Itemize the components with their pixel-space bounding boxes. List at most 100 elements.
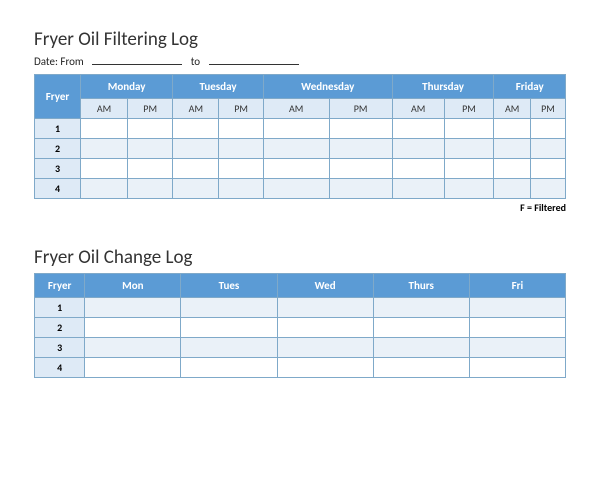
col-day: Friday	[494, 75, 566, 99]
log-cell[interactable]	[81, 139, 128, 159]
table-row: 2	[35, 139, 566, 159]
log-cell[interactable]	[277, 338, 373, 358]
log-cell[interactable]	[392, 159, 444, 179]
log-cell[interactable]	[329, 159, 392, 179]
log-cell[interactable]	[181, 318, 277, 338]
log-cell[interactable]	[469, 298, 565, 318]
date-to-label: to	[191, 55, 200, 68]
col-sub: PM	[530, 99, 565, 119]
log-cell[interactable]	[173, 119, 219, 139]
log-cell[interactable]	[85, 338, 181, 358]
log-cell[interactable]	[81, 159, 128, 179]
col-sub: PM	[329, 99, 392, 119]
change-title: Fryer Oil Change Log	[34, 246, 566, 269]
fryer-number: 3	[35, 159, 81, 179]
date-from-blank[interactable]	[92, 55, 182, 65]
log-cell[interactable]	[263, 179, 329, 199]
log-cell[interactable]	[85, 298, 181, 318]
table-row: 3	[35, 159, 566, 179]
log-cell[interactable]	[494, 179, 531, 199]
log-cell[interactable]	[181, 338, 277, 358]
col-sub: AM	[263, 99, 329, 119]
log-cell[interactable]	[173, 139, 219, 159]
col-day: Wed	[277, 274, 373, 298]
fryer-number: 1	[35, 298, 85, 318]
col-sub: PM	[219, 99, 263, 119]
filtering-table: Fryer Monday Tuesday Wednesday Thursday …	[34, 74, 566, 199]
log-cell[interactable]	[373, 318, 469, 338]
log-cell[interactable]	[494, 139, 531, 159]
col-sub: AM	[494, 99, 531, 119]
log-cell[interactable]	[373, 298, 469, 318]
log-cell[interactable]	[277, 298, 373, 318]
col-sub: AM	[392, 99, 444, 119]
date-from-label: Date: From	[34, 55, 84, 68]
col-day: Monday	[81, 75, 173, 99]
date-to-blank[interactable]	[209, 55, 299, 65]
log-cell[interactable]	[219, 139, 263, 159]
log-cell[interactable]	[128, 179, 173, 199]
log-cell[interactable]	[329, 139, 392, 159]
log-cell[interactable]	[173, 179, 219, 199]
log-cell[interactable]	[392, 179, 444, 199]
fryer-number: 3	[35, 338, 85, 358]
log-cell[interactable]	[373, 358, 469, 378]
log-cell[interactable]	[329, 119, 392, 139]
log-cell[interactable]	[530, 179, 565, 199]
log-cell[interactable]	[530, 139, 565, 159]
log-cell[interactable]	[219, 119, 263, 139]
log-cell[interactable]	[469, 338, 565, 358]
log-cell[interactable]	[277, 358, 373, 378]
log-cell[interactable]	[444, 139, 494, 159]
col-day: Fri	[469, 274, 565, 298]
fryer-number: 4	[35, 358, 85, 378]
filtering-header-ampm: AMPM AMPM AMPM AMPM AMPM	[35, 99, 566, 119]
filtering-footnote: F = Filtered	[34, 201, 566, 214]
log-cell[interactable]	[128, 139, 173, 159]
log-cell[interactable]	[530, 119, 565, 139]
log-cell[interactable]	[444, 179, 494, 199]
log-cell[interactable]	[81, 119, 128, 139]
col-day: Thursday	[392, 75, 494, 99]
log-cell[interactable]	[81, 179, 128, 199]
log-cell[interactable]	[181, 298, 277, 318]
log-cell[interactable]	[85, 358, 181, 378]
fryer-number: 2	[35, 139, 81, 159]
log-cell[interactable]	[530, 159, 565, 179]
col-day: Wednesday	[263, 75, 392, 99]
log-cell[interactable]	[444, 159, 494, 179]
table-row: 3	[35, 338, 566, 358]
col-day: Tuesday	[173, 75, 264, 99]
log-cell[interactable]	[128, 119, 173, 139]
table-row: 4	[35, 179, 566, 199]
log-cell[interactable]	[469, 358, 565, 378]
table-row: 1	[35, 119, 566, 139]
log-cell[interactable]	[181, 358, 277, 378]
col-day: Mon	[85, 274, 181, 298]
log-cell[interactable]	[263, 139, 329, 159]
log-cell[interactable]	[373, 338, 469, 358]
table-row: 1	[35, 298, 566, 318]
col-fryer: Fryer	[35, 75, 81, 119]
log-cell[interactable]	[392, 119, 444, 139]
col-sub: PM	[444, 99, 494, 119]
log-cell[interactable]	[469, 318, 565, 338]
filtering-header-days: Fryer Monday Tuesday Wednesday Thursday …	[35, 75, 566, 99]
log-cell[interactable]	[277, 318, 373, 338]
log-cell[interactable]	[128, 159, 173, 179]
log-cell[interactable]	[219, 179, 263, 199]
log-cell[interactable]	[85, 318, 181, 338]
log-cell[interactable]	[444, 119, 494, 139]
log-cell[interactable]	[263, 119, 329, 139]
log-cell[interactable]	[173, 159, 219, 179]
fryer-number: 4	[35, 179, 81, 199]
fryer-number: 2	[35, 318, 85, 338]
log-cell[interactable]	[494, 159, 531, 179]
col-day: Tues	[181, 274, 277, 298]
change-table: Fryer Mon Tues Wed Thurs Fri 1 2 3 4	[34, 273, 566, 378]
log-cell[interactable]	[392, 139, 444, 159]
log-cell[interactable]	[263, 159, 329, 179]
log-cell[interactable]	[329, 179, 392, 199]
log-cell[interactable]	[219, 159, 263, 179]
log-cell[interactable]	[494, 119, 531, 139]
